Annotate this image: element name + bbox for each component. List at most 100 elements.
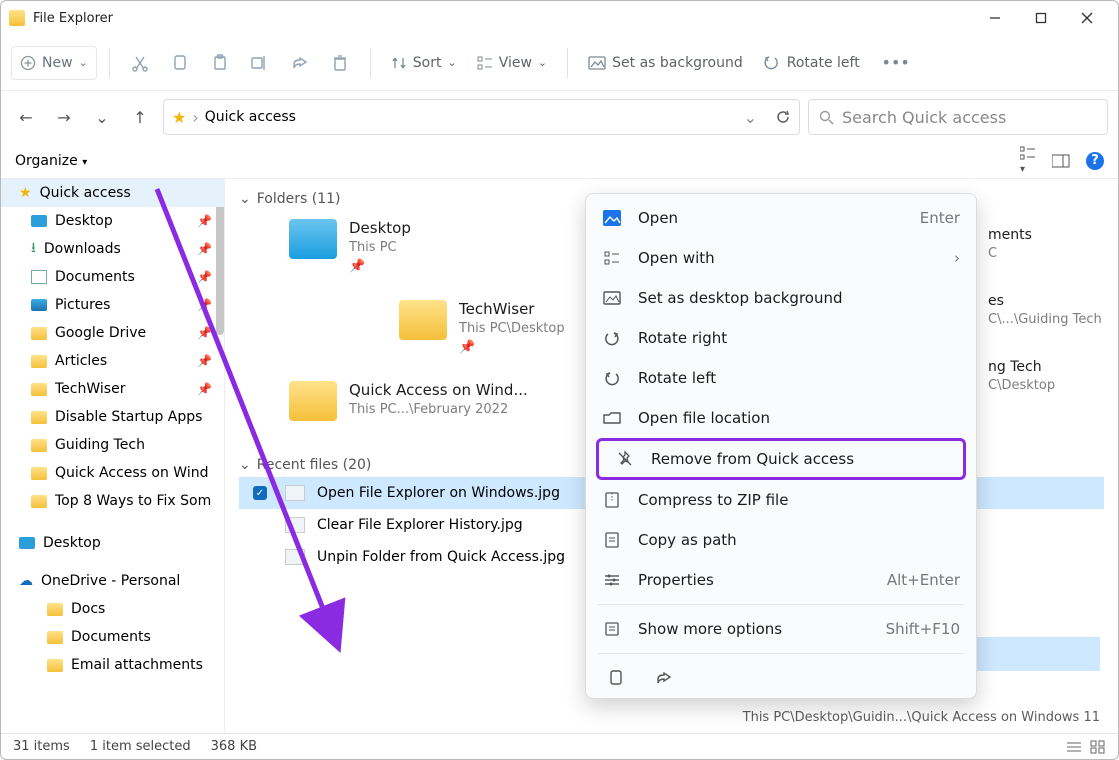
sidebar-item-disable-startup[interactable]: Disable Startup Apps xyxy=(1,403,224,431)
folder-icon xyxy=(602,411,622,425)
copy-button[interactable] xyxy=(162,46,198,80)
pin-icon: 📌 xyxy=(197,242,212,256)
more-icon xyxy=(602,621,622,637)
sidebar-item-top8ways[interactable]: Top 8 Ways to Fix Som xyxy=(1,487,224,515)
plus-circle-icon xyxy=(20,55,36,71)
folder-item[interactable]: Quick Access on Wind...This PC...\Februa… xyxy=(239,375,579,441)
up-button[interactable]: ↑ xyxy=(125,102,155,132)
file-name: Clear File Explorer History.jpg xyxy=(317,517,523,533)
window-controls xyxy=(972,3,1110,33)
folder-icon xyxy=(31,495,47,508)
rotate-right-icon xyxy=(602,330,622,346)
details-view-button[interactable] xyxy=(1066,740,1082,754)
search-placeholder: Search Quick access xyxy=(842,108,1006,127)
forward-button[interactable]: → xyxy=(49,102,79,132)
ctx-properties[interactable]: PropertiesAlt+Enter xyxy=(586,560,976,600)
organize-button[interactable]: Organize ▾ xyxy=(15,153,87,169)
cloud-icon: ☁ xyxy=(19,573,33,589)
rotate-left-button[interactable]: Rotate left xyxy=(755,46,868,80)
sidebar-item-quick-access-wind[interactable]: Quick Access on Wind xyxy=(1,459,224,487)
folder-icon xyxy=(47,659,63,672)
breadcrumb-separator: › xyxy=(192,108,198,127)
ctx-set-bg[interactable]: Set as desktop background xyxy=(586,278,976,318)
view-button[interactable]: View⌄ xyxy=(469,46,555,80)
chevron-right-icon: › xyxy=(954,249,960,267)
file-name: Open File Explorer on Windows.jpg xyxy=(317,485,560,501)
pin-icon: 📌 xyxy=(197,214,212,228)
copy-button[interactable] xyxy=(604,666,628,690)
folder-item[interactable]: DesktopThis PC📌 xyxy=(239,213,579,294)
sidebar-item-guiding-tech[interactable]: Guiding Tech xyxy=(1,431,224,459)
set-bg-label: Set as background xyxy=(612,55,743,71)
help-button[interactable]: ? xyxy=(1086,152,1104,170)
sidebar-item-onedrive-docs[interactable]: Docs xyxy=(1,595,224,623)
ctx-remove-quick-access[interactable]: Remove from Quick access xyxy=(596,438,966,480)
copy-path-icon xyxy=(602,531,622,549)
properties-icon xyxy=(602,573,622,587)
status-selected: 1 item selected xyxy=(90,739,191,754)
preview-pane-button[interactable] xyxy=(1052,154,1070,168)
rotate-left-icon xyxy=(602,370,622,386)
background-icon xyxy=(602,291,622,305)
ctx-open-with[interactable]: Open with› xyxy=(586,238,976,278)
image-icon xyxy=(602,210,622,226)
search-icon xyxy=(819,110,834,125)
pin-icon: 📌 xyxy=(349,259,411,274)
sort-label: Sort xyxy=(413,55,442,71)
image-thumb-icon xyxy=(285,549,305,565)
sort-button[interactable]: Sort⌄ xyxy=(383,46,465,80)
sidebar-item-onedrive-documents[interactable]: Documents xyxy=(1,623,224,651)
paste-button[interactable] xyxy=(202,46,238,80)
sidebar-item-onedrive-email[interactable]: Email attachments xyxy=(1,651,224,679)
sidebar-item-downloads[interactable]: ⭳Downloads📌 xyxy=(1,235,224,263)
sort-icon xyxy=(391,55,407,71)
rename-button[interactable] xyxy=(242,46,278,80)
ctx-show-more[interactable]: Show more optionsShift+F10 xyxy=(586,609,976,649)
pin-icon: 📌 xyxy=(197,382,212,396)
folder-icon xyxy=(47,603,63,616)
recent-locations-button[interactable]: ⌄ xyxy=(87,102,117,132)
sidebar-item-gdrive[interactable]: Google Drive📌 xyxy=(1,319,224,347)
delete-button[interactable] xyxy=(322,46,358,80)
address-row: ← → ⌄ ↑ ★ › Quick access ⌄ Search Quick … xyxy=(1,91,1118,143)
layout-button[interactable]: ▾ xyxy=(1020,146,1036,176)
sidebar-item-articles[interactable]: Articles📌 xyxy=(1,347,224,375)
checkbox[interactable]: ✓ xyxy=(253,486,267,500)
zip-icon xyxy=(602,491,622,509)
sidebar-item-quick-access[interactable]: ★ Quick access xyxy=(1,179,224,207)
share-button[interactable] xyxy=(652,666,676,690)
folder-large-icon xyxy=(289,381,337,421)
refresh-button[interactable] xyxy=(775,109,791,125)
close-button[interactable] xyxy=(1064,3,1110,33)
share-button[interactable] xyxy=(282,46,318,80)
desktop-icon xyxy=(31,215,47,227)
folder-large-icon xyxy=(289,219,337,259)
sidebar-item-desktop-root[interactable]: Desktop xyxy=(1,529,224,557)
sidebar-item-desktop[interactable]: Desktop📌 xyxy=(1,207,224,235)
sidebar-item-onedrive[interactable]: ☁OneDrive - Personal xyxy=(1,567,224,595)
sidebar-item-documents[interactable]: Documents📌 xyxy=(1,263,224,291)
sidebar-item-techwiser[interactable]: TechWiser📌 xyxy=(1,375,224,403)
sidebar-item-pictures[interactable]: Pictures📌 xyxy=(1,291,224,319)
more-button[interactable]: ••• xyxy=(878,46,914,80)
ctx-open[interactable]: OpenEnter xyxy=(586,198,976,238)
icons-view-button[interactable] xyxy=(1090,740,1106,754)
ctx-rotate-right[interactable]: Rotate right xyxy=(586,318,976,358)
back-button[interactable]: ← xyxy=(11,102,41,132)
cut-button[interactable] xyxy=(122,46,158,80)
minimize-button[interactable] xyxy=(972,3,1018,33)
new-button[interactable]: New ⌄ xyxy=(11,46,97,80)
address-bar[interactable]: ★ › Quick access ⌄ xyxy=(163,99,800,135)
ctx-compress-zip[interactable]: Compress to ZIP file xyxy=(586,480,976,520)
ctx-open-location[interactable]: Open file location xyxy=(586,398,976,438)
maximize-button[interactable] xyxy=(1018,3,1064,33)
ctx-rotate-left[interactable]: Rotate left xyxy=(586,358,976,398)
search-box[interactable]: Search Quick access xyxy=(808,99,1108,135)
breadcrumb[interactable]: Quick access xyxy=(205,109,296,125)
ctx-copy-path[interactable]: Copy as path xyxy=(586,520,976,560)
new-label: New xyxy=(42,55,73,71)
pin-icon: 📌 xyxy=(197,354,212,368)
set-background-button[interactable]: Set as background xyxy=(580,46,751,80)
folder-icon xyxy=(31,467,47,480)
chevron-down-icon[interactable]: ⌄ xyxy=(744,108,757,127)
